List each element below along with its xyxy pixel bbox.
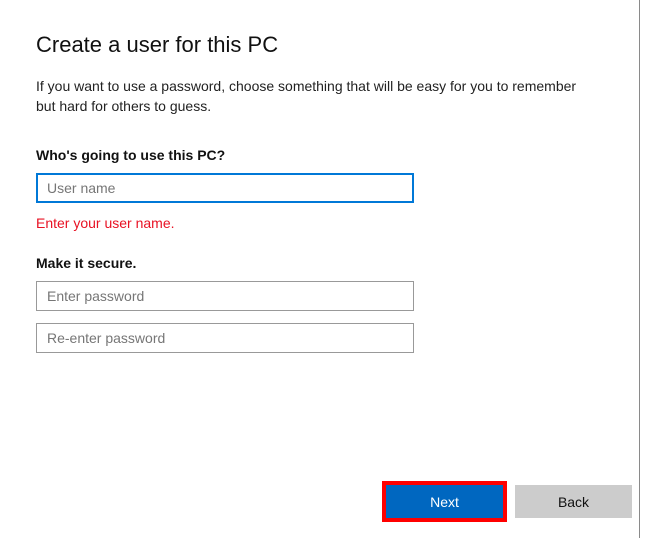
next-button-highlight: Next xyxy=(382,481,507,522)
next-button[interactable]: Next xyxy=(386,485,503,518)
divider-line xyxy=(639,0,640,538)
username-label: Who's going to use this PC? xyxy=(36,147,616,163)
dialog-content: Create a user for this PC If you want to… xyxy=(0,0,652,353)
confirm-password-input[interactable] xyxy=(36,323,414,353)
back-button[interactable]: Back xyxy=(515,485,632,518)
button-row: Next Back xyxy=(382,481,632,522)
page-title: Create a user for this PC xyxy=(36,32,616,58)
username-input[interactable] xyxy=(36,173,414,203)
page-description: If you want to use a password, choose so… xyxy=(36,76,596,117)
password-input[interactable] xyxy=(36,281,414,311)
username-error-text: Enter your user name. xyxy=(36,215,616,231)
password-section-label: Make it secure. xyxy=(36,255,616,271)
